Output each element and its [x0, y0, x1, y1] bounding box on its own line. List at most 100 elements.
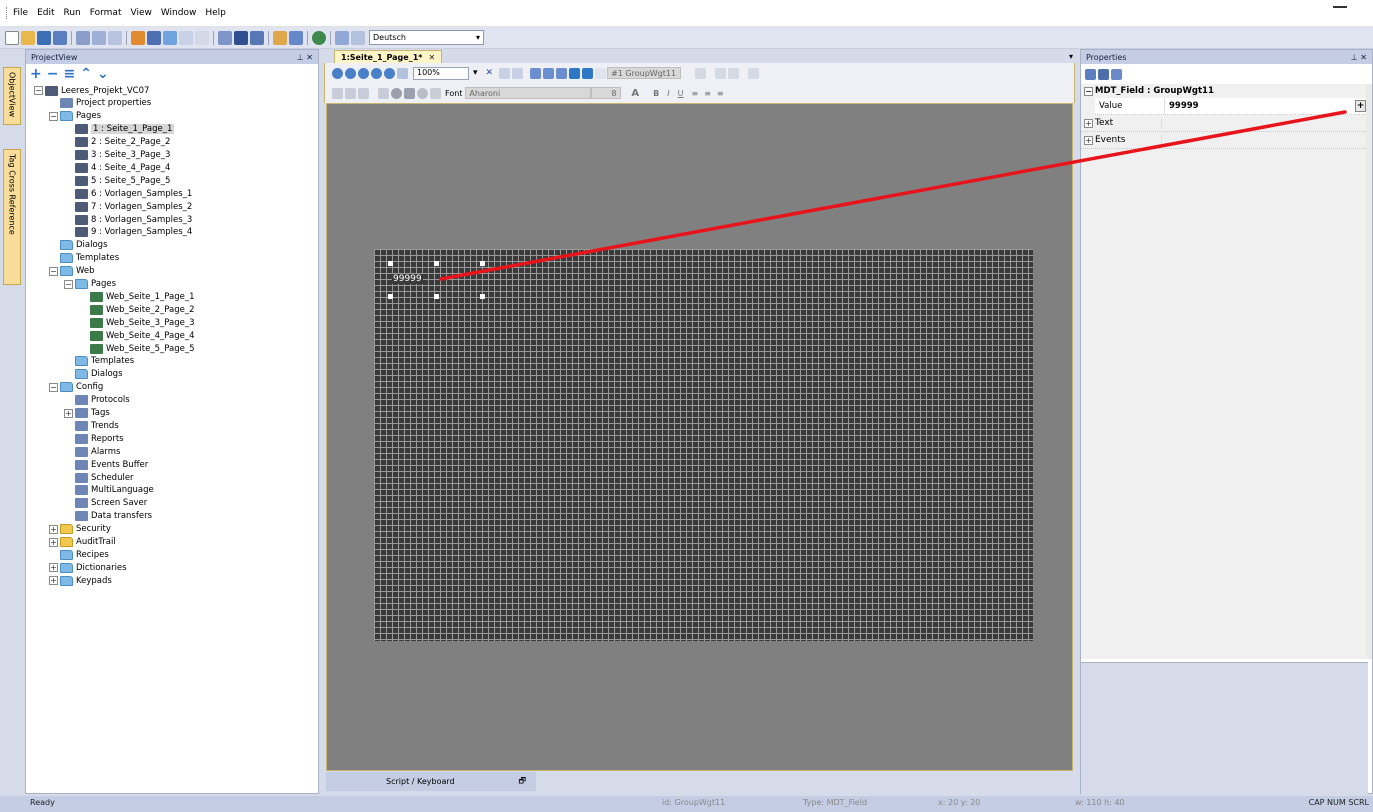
add-icon[interactable]: + — [30, 66, 42, 82]
move-down-icon[interactable]: ⌄ — [97, 66, 109, 82]
info-icon[interactable] — [391, 87, 402, 99]
tree-item[interactable]: Alarms — [64, 445, 120, 458]
send-back-icon[interactable] — [582, 67, 594, 79]
pin-close-icon[interactable]: ⊥ ✕ — [1351, 53, 1367, 62]
save-icon[interactable] — [37, 30, 51, 45]
resize-handle[interactable] — [480, 294, 485, 299]
layout-icon[interactable] — [234, 30, 248, 45]
tree-item[interactable]: 8 : Vorlagen_Samples_3 — [64, 213, 192, 226]
align-left-text-icon[interactable]: ≡ — [692, 89, 699, 98]
font-name-field[interactable]: Aharoni — [465, 87, 592, 99]
resize-handle[interactable] — [388, 261, 393, 266]
align-left-icon[interactable] — [695, 67, 707, 79]
close-icon[interactable]: ✕ — [428, 53, 435, 62]
bold-icon[interactable]: B — [653, 89, 659, 98]
run-icon[interactable] — [131, 30, 145, 45]
tree-item[interactable]: 3 : Seite_3_Page_3 — [64, 149, 170, 162]
tree-item[interactable]: − Config — [49, 381, 103, 394]
property-row-text[interactable]: + Text — [1081, 115, 1368, 132]
collapse-icon[interactable]: − — [49, 382, 58, 392]
fill-icon[interactable] — [430, 87, 441, 99]
tree-item[interactable]: Dialogs — [49, 239, 108, 252]
rotate-left-icon[interactable] — [530, 67, 542, 79]
property-group-header[interactable]: − MDT_Field : GroupWgt11 — [1081, 84, 1368, 98]
collapse-icon[interactable]: − — [49, 266, 58, 276]
font-size-field[interactable]: 8 — [591, 87, 622, 99]
tree-item[interactable]: 4 : Seite_4_Page_4 — [64, 161, 170, 174]
tree-item[interactable]: Screen Saver — [64, 497, 147, 510]
tree-item[interactable]: 5 : Seite_5_Page_5 — [64, 174, 170, 187]
tree-item[interactable]: 6 : Vorlagen_Samples_1 — [64, 187, 192, 200]
expand-icon[interactable]: + — [64, 408, 73, 418]
language-next-icon[interactable] — [351, 30, 365, 45]
tab-tag-cross-reference[interactable]: Tag Cross Reference — [3, 149, 21, 285]
zoom-page-icon[interactable] — [384, 67, 395, 79]
zoom-reset-icon[interactable] — [397, 67, 408, 79]
menu-format[interactable]: Format — [90, 8, 122, 18]
tree-item[interactable]: Scheduler — [64, 471, 134, 484]
collapse-icon[interactable]: − — [1084, 86, 1093, 96]
font-color-icon[interactable]: A — [631, 88, 639, 99]
align-center-text-icon[interactable]: ≡ — [704, 89, 711, 98]
download-icon[interactable] — [147, 30, 161, 45]
italic-icon[interactable]: I — [667, 89, 669, 98]
tree-item[interactable]: − Leeres_Projekt_VC07 — [34, 84, 149, 97]
tree-item[interactable]: Reports — [64, 432, 124, 445]
underline-icon[interactable]: U — [678, 89, 684, 98]
delete-icon[interactable]: ✕ — [486, 68, 494, 78]
tree-item[interactable]: Web_Seite_1_Page_1 — [79, 290, 194, 303]
align-group-icon[interactable] — [595, 67, 607, 79]
menu-run[interactable]: Run — [64, 8, 81, 18]
move-up-icon[interactable]: ⌃ — [80, 66, 92, 82]
same-width-icon[interactable] — [728, 67, 740, 79]
remove-icon[interactable]: − — [47, 66, 59, 82]
shadow-icon[interactable] — [358, 87, 369, 99]
design-canvas[interactable]: 99999 — [326, 103, 1073, 771]
zoom-fit-icon[interactable] — [358, 67, 369, 79]
flip-icon[interactable] — [556, 67, 568, 79]
tree-item[interactable]: Project properties — [49, 97, 151, 110]
tab-list-icon[interactable]: ▾ — [1069, 52, 1073, 61]
line-icon[interactable] — [378, 87, 389, 99]
menu-edit[interactable]: Edit — [37, 8, 54, 18]
properties-icon[interactable]: ≡ — [63, 66, 75, 82]
resize-handle[interactable] — [434, 261, 439, 266]
rotate-right-icon[interactable] — [543, 67, 555, 79]
tree-item[interactable]: + Dictionaries — [49, 561, 127, 574]
expand-icon[interactable]: + — [49, 524, 58, 534]
tree-item[interactable]: Trends — [64, 419, 119, 432]
open-folder-icon[interactable] — [21, 30, 35, 45]
resize-handle[interactable] — [434, 294, 439, 299]
cut-icon[interactable] — [76, 30, 90, 45]
expand-icon[interactable]: + — [1084, 135, 1093, 145]
paste-icon[interactable] — [108, 30, 122, 45]
expand-value-button[interactable]: + — [1355, 100, 1366, 112]
minimize-icon[interactable] — [1333, 6, 1347, 8]
tree-item[interactable]: Protocols — [64, 394, 130, 407]
tree-item[interactable]: Web_Seite_3_Page_3 — [79, 316, 194, 329]
help-icon[interactable] — [289, 30, 303, 45]
tree-item[interactable]: + Keypads — [49, 574, 112, 587]
copy-icon[interactable] — [92, 30, 106, 45]
tree-item[interactable]: + AuditTrail — [49, 536, 116, 549]
image-icon[interactable] — [404, 87, 415, 99]
border-icon[interactable] — [345, 87, 356, 99]
tab-objectview[interactable]: ObjectView — [3, 67, 21, 125]
space-evenly-icon[interactable] — [748, 67, 760, 79]
tree-item[interactable]: Recipes — [49, 548, 109, 561]
language-select[interactable]: Deutsch ▾ — [369, 30, 484, 45]
bring-front-icon[interactable] — [569, 67, 581, 79]
debug-icon[interactable] — [163, 30, 177, 45]
same-size-icon[interactable] — [715, 67, 727, 79]
grid-icon[interactable] — [218, 30, 232, 45]
tree-item[interactable]: Templates — [49, 252, 119, 265]
tree-item[interactable]: 2 : Seite_2_Page_2 — [64, 136, 170, 149]
wizard-icon[interactable] — [273, 30, 287, 45]
property-value-cell[interactable]: 99999 + — [1165, 98, 1368, 114]
tab-script-keyboard[interactable]: Script / Keyboard 🗗 — [326, 772, 536, 791]
collapse-icon[interactable]: − — [64, 279, 73, 289]
expand-icon[interactable]: + — [49, 576, 58, 586]
transparent-icon[interactable] — [417, 87, 428, 99]
tree-item[interactable]: Data transfers — [64, 510, 152, 523]
expand-icon[interactable]: + — [49, 563, 58, 573]
